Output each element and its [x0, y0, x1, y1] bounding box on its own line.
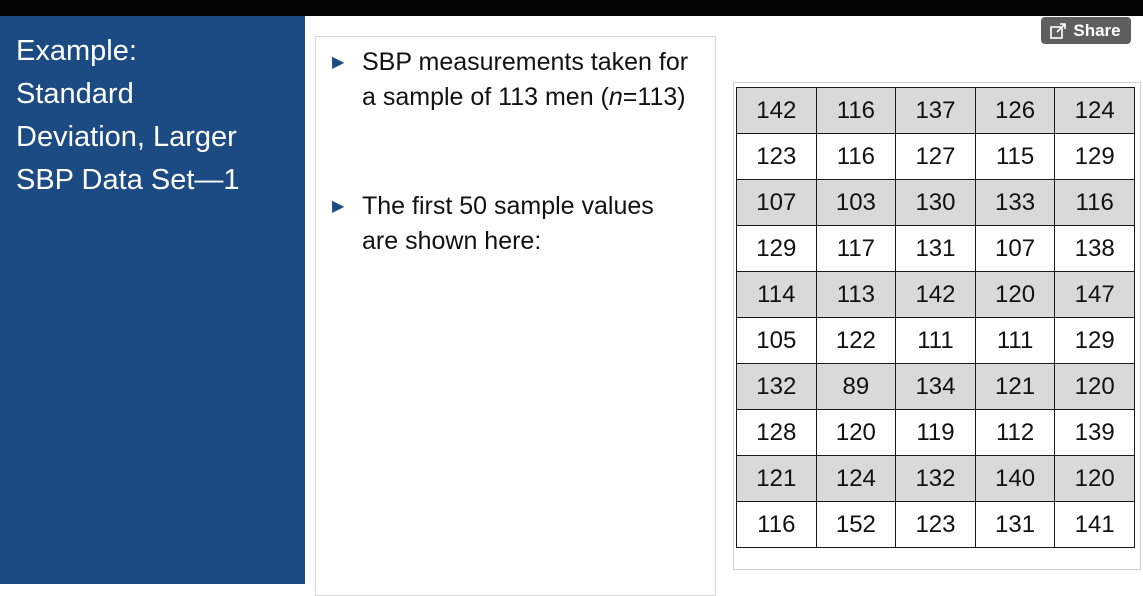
table-cell: 131 — [974, 501, 1056, 548]
table-cell: 139 — [1054, 409, 1135, 456]
bullet-text-1-italic-n: n — [608, 83, 623, 111]
table-cell: 142 — [736, 87, 817, 134]
bullet-text-1: SBP measurements taken for a sample of 1… — [362, 45, 692, 115]
bullet-text-1-part-b: =113) — [622, 83, 686, 111]
table-row: 105 122 111 111 129 — [736, 317, 1135, 364]
table-cell: 126 — [974, 87, 1056, 134]
table-row: 142 116 137 126 124 — [736, 87, 1135, 134]
table-cell: 120 — [1054, 455, 1135, 502]
share-button-label: Share — [1073, 20, 1121, 40]
table-row: 114 113 142 120 147 — [736, 271, 1135, 318]
share-button[interactable]: Share — [1041, 17, 1131, 44]
table-cell: 123 — [895, 501, 976, 548]
table-row: 123 116 127 115 129 — [736, 133, 1135, 180]
top-bar — [0, 0, 1143, 16]
bullet-text-2: The first 50 sample values are shown her… — [362, 192, 654, 255]
table-cell: 114 — [736, 271, 817, 318]
table-cell: 124 — [815, 455, 897, 502]
table-cell: 130 — [895, 179, 976, 226]
table-cell: 132 — [736, 363, 817, 410]
slide-sidebar: Example: Standard Deviation, Larger SBP … — [0, 16, 305, 584]
table-cell: 129 — [1054, 317, 1135, 364]
table-cell: 116 — [815, 133, 897, 180]
table-cell: 120 — [815, 409, 897, 456]
share-icon — [1050, 22, 1067, 39]
table-cell: 112 — [974, 409, 1056, 456]
table-cell: 103 — [815, 179, 897, 226]
table-cell: 116 — [1054, 179, 1135, 226]
table-cell: 107 — [974, 225, 1056, 272]
table-cell: 147 — [1054, 271, 1135, 318]
table-cell: 138 — [1054, 225, 1135, 272]
sample-table-frame: 142 116 137 126 124 123 116 127 115 129 107 103 130 1… — [733, 82, 1141, 570]
table-cell: 113 — [815, 271, 897, 318]
table-cell: 120 — [974, 271, 1056, 318]
table-cell: 137 — [895, 87, 976, 134]
triangle-bullet-icon: ▶ — [332, 54, 345, 71]
table-cell: 142 — [895, 271, 976, 318]
table-cell: 141 — [1054, 501, 1135, 548]
table-cell: 119 — [895, 409, 976, 456]
table-cell: 123 — [736, 133, 817, 180]
table-cell: 116 — [736, 501, 817, 548]
table-cell: 128 — [736, 409, 817, 456]
table-cell: 132 — [895, 455, 976, 502]
table-cell: 129 — [1054, 133, 1135, 180]
table-cell: 134 — [895, 363, 976, 410]
table-row: 132 89 134 121 120 — [736, 363, 1135, 410]
slide-title: Example: Standard Deviation, Larger SBP … — [16, 35, 240, 196]
table-cell: 122 — [815, 317, 897, 364]
table-cell: 105 — [736, 317, 817, 364]
table-cell: 107 — [736, 179, 817, 226]
table-row: 116 152 123 131 141 — [736, 501, 1135, 548]
table-cell: 129 — [736, 225, 817, 272]
table-row: 129 117 131 107 138 — [736, 225, 1135, 272]
bullet-item-1: ▶ SBP measurements taken for a sample of… — [332, 45, 692, 115]
table-cell: 120 — [1054, 363, 1135, 410]
sbp-sample-table: 142 116 137 126 124 123 116 127 115 129 107 103 130 1… — [736, 87, 1135, 548]
triangle-bullet-icon: ▶ — [332, 198, 345, 215]
table-cell: 121 — [974, 363, 1056, 410]
table-cell: 115 — [974, 133, 1056, 180]
table-cell: 117 — [815, 225, 897, 272]
table-cell: 131 — [895, 225, 976, 272]
table-row: 128 120 119 112 139 — [736, 409, 1135, 456]
table-cell: 127 — [895, 133, 976, 180]
table-cell: 121 — [736, 455, 817, 502]
table-cell: 111 — [974, 317, 1056, 364]
table-cell: 152 — [815, 501, 897, 548]
table-cell: 140 — [974, 455, 1056, 502]
table-row: 121 124 132 140 120 — [736, 455, 1135, 502]
table-cell: 116 — [815, 87, 897, 134]
bullet-content-box: ▶ SBP measurements taken for a sample of… — [315, 36, 716, 596]
table-row: 107 103 130 133 116 — [736, 179, 1135, 226]
table-cell: 124 — [1054, 87, 1135, 134]
table-cell: 133 — [974, 179, 1056, 226]
table-cell: 111 — [895, 317, 976, 364]
bullet-item-2: ▶ The first 50 sample values are shown h… — [332, 189, 692, 259]
table-cell: 89 — [815, 363, 897, 410]
